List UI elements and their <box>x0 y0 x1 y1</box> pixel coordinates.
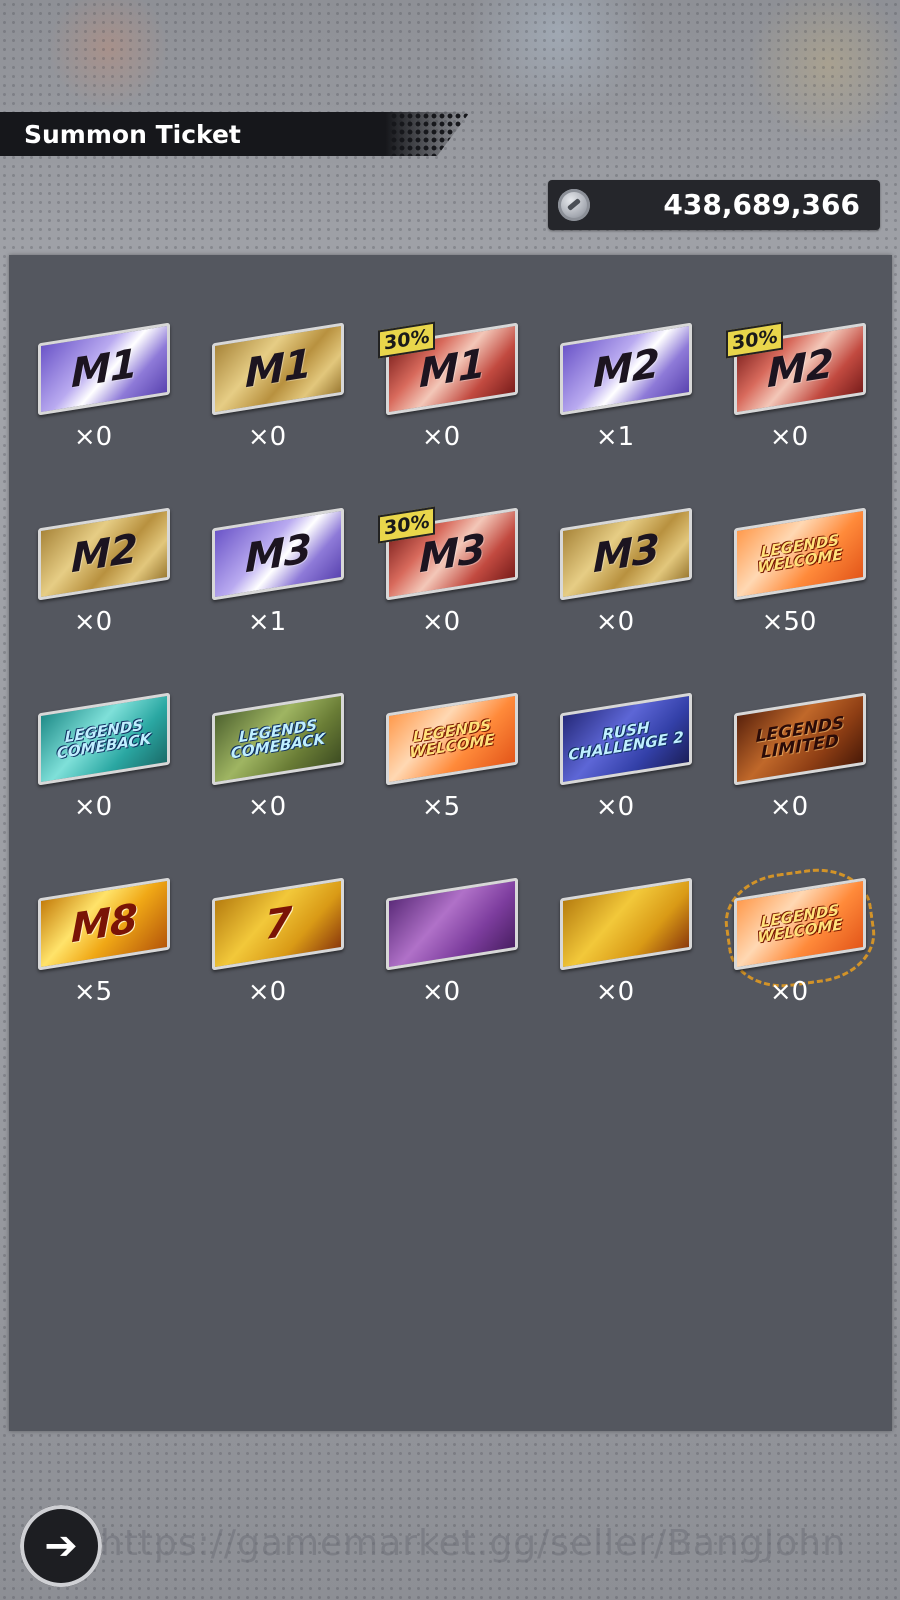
ticket-icon: M2 <box>560 322 692 416</box>
ticket-count: ×0 <box>769 977 809 1007</box>
ticket-count: ×1 <box>595 422 635 452</box>
ticket-icon: LEGENDS WELCOME <box>734 507 866 601</box>
page-title: Summon Ticket <box>24 120 241 149</box>
ticket-label <box>563 914 689 934</box>
ticket-item[interactable]: M8 ×5 <box>18 871 192 1056</box>
ticket-icon: LEGENDS COMEBACK <box>38 692 170 786</box>
ticket-item[interactable]: M2 ×0 <box>18 501 192 686</box>
ticket-icon: M8 <box>38 877 170 971</box>
back-arrow-icon: ➔ <box>44 1523 78 1569</box>
ticket-label: LEGENDS WELCOME <box>757 530 843 577</box>
ticket-count: ×0 <box>595 977 635 1007</box>
ticket-item[interactable]: M2 ×1 <box>540 316 714 501</box>
ticket-count: ×50 <box>761 607 817 637</box>
ticket-icon: M3 <box>212 507 344 601</box>
currency-display: 438,689,366 <box>548 180 880 230</box>
ticket-count: ×0 <box>73 792 113 822</box>
ticket-count: ×0 <box>769 792 809 822</box>
ticket-count: ×0 <box>595 607 635 637</box>
ticket-count: ×0 <box>421 422 461 452</box>
ticket-item[interactable]: M1 30% ×0 <box>366 316 540 501</box>
ticket-item[interactable]: M3 ×0 <box>540 501 714 686</box>
ticket-count: ×0 <box>73 607 113 637</box>
ticket-count: ×5 <box>421 792 461 822</box>
ticket-icon: 7 <box>212 877 344 971</box>
ticket-label: M2 <box>593 340 659 398</box>
ticket-label: LEGENDS WELCOME <box>409 715 495 762</box>
ticket-item[interactable]: 7 ×0 <box>192 871 366 1056</box>
ticket-grid: M1 ×0 M1 ×0 M1 30% ×0 M2 ×1 M2 30% ×0 M2 ×0 M3 ×1 M3 30% ×… <box>18 316 888 1056</box>
ticket-item[interactable]: ×0 <box>540 871 714 1056</box>
ticket-count: ×0 <box>421 607 461 637</box>
ticket-item[interactable]: LEGENDS WELCOME ×50 <box>714 501 888 686</box>
ticket-label <box>389 914 515 934</box>
ticket-icon <box>386 877 518 971</box>
ticket-label: M8 <box>71 895 137 953</box>
ticket-item[interactable]: LEGENDS WELCOME ×5 <box>366 686 540 871</box>
ticket-count: ×0 <box>595 792 635 822</box>
ticket-count: ×0 <box>769 422 809 452</box>
ticket-label: M1 <box>71 340 137 398</box>
ticket-item[interactable]: LEGENDS LIMITED ×0 <box>714 686 888 871</box>
ticket-count: ×1 <box>247 607 287 637</box>
ticket-item[interactable]: RUSH CHALLENGE 2 ×0 <box>540 686 714 871</box>
ticket-count: ×0 <box>247 792 287 822</box>
ticket-icon: RUSH CHALLENGE 2 <box>560 692 692 786</box>
ticket-label: LEGENDS COMEBACK <box>230 715 326 763</box>
ticket-icon: M2 <box>38 507 170 601</box>
ticket-icon: M3 <box>560 507 692 601</box>
ticket-label: LEGENDS LIMITED <box>755 712 845 764</box>
ticket-item[interactable]: LEGENDS WELCOME ×0 <box>714 861 888 1056</box>
ticket-item[interactable]: M1 ×0 <box>192 316 366 501</box>
ticket-item[interactable]: M3 30% ×0 <box>366 501 540 686</box>
watermark: https://gamemarket.gg/seller/BangJohn <box>100 1523 846 1564</box>
ticket-icon: LEGENDS LIMITED <box>734 692 866 786</box>
ticket-count: ×0 <box>73 422 113 452</box>
back-button[interactable]: ➔ <box>20 1505 102 1587</box>
ticket-icon: LEGENDS WELCOME <box>386 692 518 786</box>
ticket-label: RUSH CHALLENGE 2 <box>568 718 684 765</box>
ticket-count: ×0 <box>421 977 461 1007</box>
ticket-label: M2 <box>71 525 137 583</box>
ticket-icon: M1 <box>38 322 170 416</box>
ticket-item[interactable]: LEGENDS COMEBACK ×0 <box>18 686 192 871</box>
coin-icon <box>558 189 590 221</box>
ticket-count: ×0 <box>247 977 287 1007</box>
ticket-item[interactable]: M1 ×0 <box>18 316 192 501</box>
ticket-item[interactable]: M2 30% ×0 <box>714 316 888 501</box>
currency-value: 438,689,366 <box>663 188 860 221</box>
ticket-count: ×5 <box>73 977 113 1007</box>
ticket-label: M1 <box>245 340 311 398</box>
ticket-label: LEGENDS WELCOME <box>757 900 843 947</box>
ticket-label: M3 <box>593 525 659 583</box>
ticket-item[interactable]: LEGENDS COMEBACK ×0 <box>192 686 366 871</box>
ticket-label: 7 <box>264 898 292 950</box>
ticket-icon <box>560 877 692 971</box>
ticket-item[interactable]: ×0 <box>366 871 540 1056</box>
ticket-count: ×0 <box>247 422 287 452</box>
ticket-item[interactable]: M3 ×1 <box>192 501 366 686</box>
ticket-icon: LEGENDS COMEBACK <box>212 692 344 786</box>
ticket-label: M3 <box>245 525 311 583</box>
ticket-icon: M1 <box>212 322 344 416</box>
ticket-label: LEGENDS COMEBACK <box>56 715 152 763</box>
